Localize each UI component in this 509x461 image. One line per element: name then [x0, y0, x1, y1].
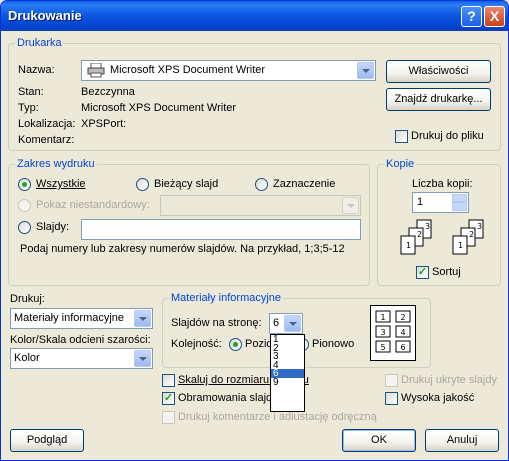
high-quality-label[interactable]: Wysoka jakość	[401, 392, 474, 404]
frame-slides-checkbox[interactable]: ✓	[162, 392, 175, 405]
copies-count-value: 1	[417, 196, 424, 208]
collate-page-1b: 1	[458, 241, 463, 250]
range-all-label[interactable]: Wszystkie	[36, 178, 86, 190]
order-vertical-label[interactable]: Pionowo	[312, 338, 354, 350]
color-select[interactable]: Kolor	[10, 348, 153, 369]
order-horizontal-radio[interactable]	[229, 338, 242, 351]
title-bar[interactable]: Drukowanie ? X	[1, 1, 508, 31]
scale-to-fit-checkbox[interactable]	[162, 374, 175, 387]
printer-name-value: Microsoft XPS Document Writer	[110, 64, 266, 76]
slides-input[interactable]	[81, 219, 361, 240]
properties-button[interactable]: Właściwości	[386, 60, 491, 83]
collate-label[interactable]: Sortuj	[432, 266, 461, 278]
printer-icon	[87, 63, 105, 78]
print-to-file-label[interactable]: Drukuj do pliku	[411, 130, 484, 142]
collate-icon: 3 2 1 3 2 1	[400, 219, 484, 255]
preview-slide-4: 4	[400, 328, 405, 337]
preview-slide-1: 1	[380, 313, 385, 322]
slides-per-page-select[interactable]: 6	[269, 313, 303, 334]
preview-slide-2: 2	[400, 313, 405, 322]
chevron-down-icon[interactable]	[357, 62, 374, 79]
print-hidden-checkbox[interactable]	[385, 374, 398, 387]
custom-show-select[interactable]	[160, 195, 361, 216]
range-slides-label[interactable]: Slajdy:	[36, 221, 69, 233]
window-title: Drukowanie	[8, 8, 82, 23]
preview-button[interactable]: Podgląd	[10, 429, 84, 452]
slides-per-page-value: 6	[273, 317, 280, 329]
range-selection-label[interactable]: Zaznaczenie	[273, 178, 335, 190]
type-label: Typ:	[18, 102, 39, 114]
preview-slide-3: 3	[380, 328, 385, 337]
print-comments-checkbox[interactable]	[162, 411, 175, 424]
print-what-label: Drukuj:	[10, 293, 45, 305]
high-quality-checkbox[interactable]	[385, 392, 398, 405]
print-to-file-checkbox[interactable]	[395, 130, 408, 143]
handouts-group-title: Materiały informacyjne	[169, 292, 284, 304]
chevron-down-icon[interactable]	[134, 310, 151, 327]
find-printer-button[interactable]: Znajdź drukarkę...	[386, 88, 491, 111]
range-custom-radio[interactable]	[18, 199, 31, 212]
collate-page-2b: 2	[469, 230, 474, 239]
ok-button[interactable]: OK	[342, 429, 416, 452]
color-value: Kolor	[14, 352, 40, 364]
collate-page-3: 3	[425, 222, 430, 231]
chevron-down-icon[interactable]	[342, 197, 359, 214]
preview-slide-5: 5	[380, 343, 385, 352]
chevron-down-icon[interactable]	[134, 350, 151, 367]
status-value: Bezczynna	[81, 86, 135, 98]
range-current-label[interactable]: Bieżący slajd	[154, 178, 218, 190]
copies-spinner[interactable]: 1	[412, 192, 469, 213]
type-value: Microsoft XPS Document Writer	[81, 102, 237, 114]
print-what-select[interactable]: Materiały informacyjne	[10, 308, 153, 329]
range-hint: Podaj numery lub zakresy numerów slajdów…	[20, 243, 345, 255]
order-label: Kolejność:	[171, 338, 222, 350]
spin-up-icon[interactable]	[452, 194, 467, 202]
slides-per-page-label: Slajdów na stronę:	[171, 317, 262, 329]
collate-page-3b: 3	[477, 222, 482, 231]
help-button[interactable]: ?	[461, 6, 482, 27]
copies-count-label: Liczba kopii:	[412, 178, 473, 190]
comment-label: Komentarz:	[18, 134, 75, 146]
printer-group-title: Drukarka	[15, 37, 64, 49]
location-label: Lokalizacja:	[18, 118, 76, 130]
chevron-down-icon[interactable]	[284, 315, 301, 332]
range-custom-label: Pokaz niestandardowy:	[36, 199, 150, 211]
location-value: XPSPort:	[81, 118, 127, 130]
range-all-radio[interactable]	[18, 178, 31, 191]
cancel-button[interactable]: Anuluj	[425, 429, 499, 452]
print-comments-label: Drukuj komentarze i adiustację odręczną	[178, 411, 377, 423]
collate-checkbox[interactable]: ✓	[416, 266, 429, 279]
collate-page-1: 1	[406, 241, 411, 250]
preview-slide-6: 6	[400, 343, 405, 352]
copies-group-title: Kopie	[384, 158, 417, 170]
printer-name-select[interactable]: Microsoft XPS Document Writer	[81, 60, 376, 81]
slides-per-page-list[interactable]: 1 2 3 4 6 9	[270, 334, 305, 412]
range-slides-radio[interactable]	[18, 221, 31, 234]
handout-preview-icon: 1 2 3 4 5 6	[370, 305, 416, 361]
close-button[interactable]: X	[484, 6, 505, 27]
spin-down-icon[interactable]	[452, 202, 467, 211]
print-dialog: Drukowanie ? X Drukarka Nazwa: Microsoft…	[0, 0, 509, 461]
list-item[interactable]: 9	[271, 377, 304, 386]
color-label: Kolor/Skala odcieni szarości:	[10, 334, 151, 346]
printer-name-label: Nazwa:	[18, 64, 55, 76]
print-what-value: Materiały informacyjne	[14, 312, 125, 324]
range-group-title: Zakres wydruku	[15, 158, 97, 170]
status-label: Stan:	[18, 86, 44, 98]
range-selection-radio[interactable]	[255, 178, 268, 191]
print-hidden-label: Drukuj ukryte slajdy	[401, 374, 497, 386]
range-current-radio[interactable]	[136, 178, 149, 191]
collate-page-2: 2	[417, 230, 422, 239]
